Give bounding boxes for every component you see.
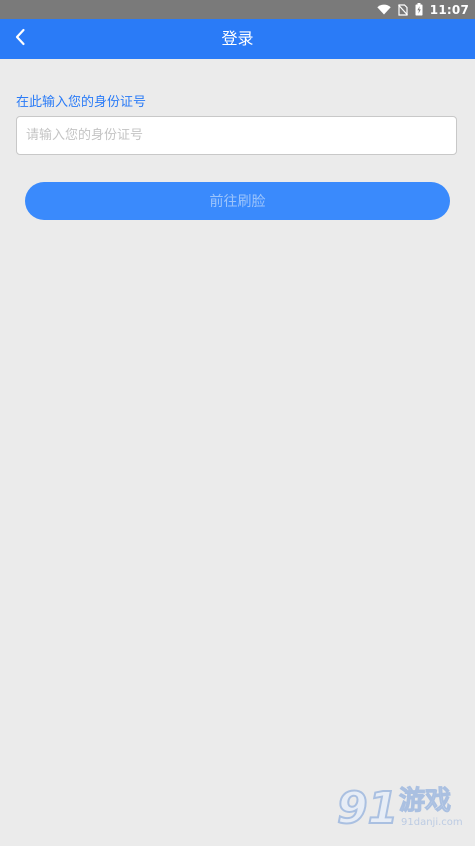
wifi-icon <box>377 4 391 15</box>
id-number-input[interactable] <box>16 116 457 155</box>
face-scan-button[interactable]: 前往刷脸 <box>25 182 450 220</box>
page-title: 登录 <box>221 29 254 48</box>
watermark-digits: 91 <box>336 783 399 835</box>
status-icons: 11:07 <box>377 0 469 19</box>
no-sim-icon <box>397 3 408 16</box>
watermark-name: 游戏 <box>398 786 452 817</box>
site-watermark-logo: 91 游戏 91danji.com <box>336 783 473 842</box>
id-number-label: 在此输入您的身份证号 <box>16 95 147 110</box>
battery-icon <box>415 3 423 16</box>
status-time: 11:07 <box>429 2 469 17</box>
status-bar: 11:07 <box>0 0 475 19</box>
watermark-url: 91danji.com <box>401 817 463 828</box>
app-bar: 登录 <box>0 19 475 59</box>
